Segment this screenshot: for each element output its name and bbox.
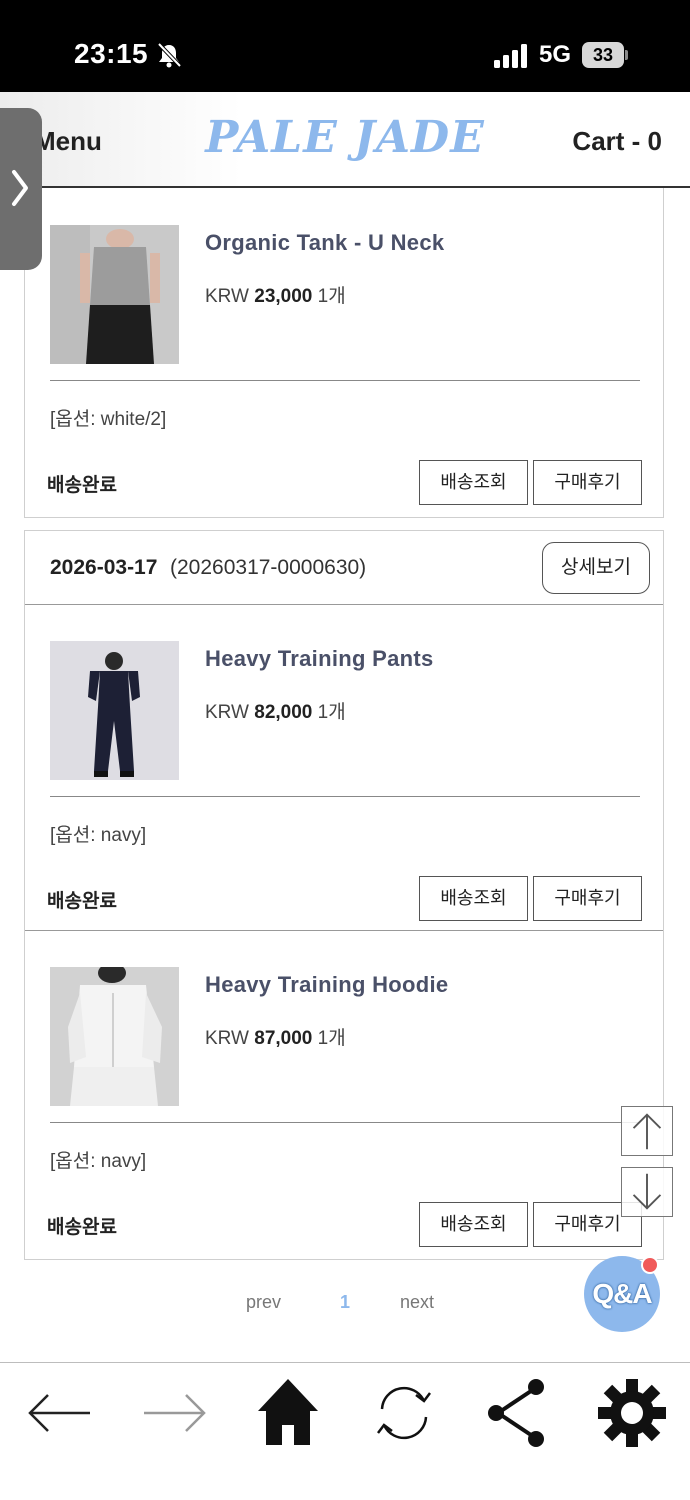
notification-badge bbox=[641, 1256, 659, 1274]
order-item: Organic Tank - U Neck KRW 23,000 1개 [옵션:… bbox=[25, 188, 663, 514]
track-delivery-button[interactable]: 배송조회 bbox=[419, 460, 528, 505]
scroll-down-button[interactable] bbox=[621, 1167, 673, 1217]
next-page-link[interactable]: next bbox=[400, 1292, 434, 1313]
product-thumbnail[interactable] bbox=[50, 967, 179, 1106]
order-date: 2026-03-17 bbox=[50, 556, 158, 579]
product-thumbnail[interactable] bbox=[50, 641, 179, 780]
current-page-link[interactable]: 1 bbox=[340, 1292, 350, 1313]
product-name[interactable]: Heavy Training Pants bbox=[205, 646, 434, 672]
battery-level: 33 bbox=[582, 42, 624, 68]
write-review-button[interactable]: 구매후기 bbox=[533, 460, 642, 505]
arrow-up-icon bbox=[632, 1113, 662, 1150]
price-value: 82,000 bbox=[254, 702, 313, 723]
order-number: (20260317-0000630) bbox=[170, 556, 367, 579]
order-item: Heavy Training Hoodie KRW 87,000 1개 [옵션:… bbox=[25, 931, 663, 1257]
home-button[interactable] bbox=[248, 1373, 328, 1453]
option-text: [옵션: white/2] bbox=[50, 409, 167, 430]
quantity-label: 1개 bbox=[317, 1028, 346, 1049]
share-icon bbox=[488, 1379, 544, 1447]
forward-button[interactable] bbox=[134, 1373, 214, 1453]
order-item: Heavy Training Pants KRW 82,000 1개 [옵션: … bbox=[25, 605, 663, 931]
write-review-button[interactable]: 구매후기 bbox=[533, 876, 642, 921]
refresh-icon bbox=[377, 1386, 431, 1440]
price-line: KRW 82,000 1개 bbox=[205, 697, 346, 724]
signal-icon bbox=[494, 44, 527, 68]
option-text: [옵션: navy] bbox=[50, 1151, 147, 1172]
product-name[interactable]: Organic Tank - U Neck bbox=[205, 230, 444, 256]
network-label: 5G bbox=[539, 41, 572, 68]
currency-label: KRW bbox=[205, 286, 249, 307]
item-divider bbox=[50, 380, 640, 381]
delivery-status: 배송완료 bbox=[47, 475, 117, 496]
quantity-label: 1개 bbox=[317, 286, 346, 307]
arrow-right-icon bbox=[144, 1394, 206, 1432]
product-thumbnail[interactable] bbox=[50, 225, 179, 364]
prev-page-link[interactable]: prev bbox=[246, 1292, 281, 1313]
delivery-status: 배송완료 bbox=[47, 891, 117, 912]
side-drawer-tab[interactable] bbox=[0, 108, 42, 270]
bell-slash-icon bbox=[157, 42, 182, 68]
arrow-left-icon bbox=[28, 1394, 90, 1432]
price-line: KRW 23,000 1개 bbox=[205, 281, 346, 308]
cart-button[interactable]: Cart - 0 bbox=[572, 126, 662, 157]
order-detail-button[interactable]: 상세보기 bbox=[542, 542, 650, 594]
battery-tip bbox=[625, 50, 628, 60]
order-card: 2026-03-17 (20260317-0000630) 상세보기 Heavy… bbox=[24, 530, 664, 1260]
product-name[interactable]: Heavy Training Hoodie bbox=[205, 972, 448, 998]
menu-button[interactable]: Menu bbox=[34, 126, 102, 157]
brand-logo[interactable]: PALE JADE bbox=[200, 112, 490, 163]
back-button[interactable] bbox=[20, 1373, 100, 1453]
item-divider bbox=[50, 796, 640, 797]
scroll-up-button[interactable] bbox=[621, 1106, 673, 1156]
track-delivery-button[interactable]: 배송조회 bbox=[419, 1202, 528, 1247]
status-time: 23:15 bbox=[74, 38, 149, 69]
refresh-button[interactable] bbox=[364, 1373, 444, 1453]
settings-button[interactable] bbox=[592, 1373, 672, 1453]
price-value: 87,000 bbox=[254, 1028, 313, 1049]
gear-icon bbox=[598, 1379, 666, 1447]
price-line: KRW 87,000 1개 bbox=[205, 1023, 346, 1050]
order-card: Organic Tank - U Neck KRW 23,000 1개 [옵션:… bbox=[24, 188, 664, 518]
browser-toolbar bbox=[0, 1362, 690, 1500]
arrow-down-icon bbox=[632, 1173, 662, 1210]
order-header: 2026-03-17 (20260317-0000630) 상세보기 bbox=[25, 531, 663, 605]
item-divider bbox=[50, 1122, 640, 1123]
price-value: 23,000 bbox=[254, 286, 313, 307]
currency-label: KRW bbox=[205, 702, 249, 723]
battery-icon: 33 bbox=[582, 42, 628, 68]
quantity-label: 1개 bbox=[317, 702, 346, 723]
home-icon bbox=[258, 1379, 318, 1445]
status-bar: 23:15 5G 33 bbox=[0, 0, 690, 92]
track-delivery-button[interactable]: 배송조회 bbox=[419, 876, 528, 921]
share-button[interactable] bbox=[478, 1373, 558, 1453]
site-header: Menu PALE JADE Cart - 0 bbox=[0, 92, 690, 188]
delivery-status: 배송완료 bbox=[47, 1217, 117, 1238]
option-text: [옵션: navy] bbox=[50, 825, 147, 846]
currency-label: KRW bbox=[205, 1028, 249, 1049]
chevron-right-icon bbox=[12, 170, 28, 206]
